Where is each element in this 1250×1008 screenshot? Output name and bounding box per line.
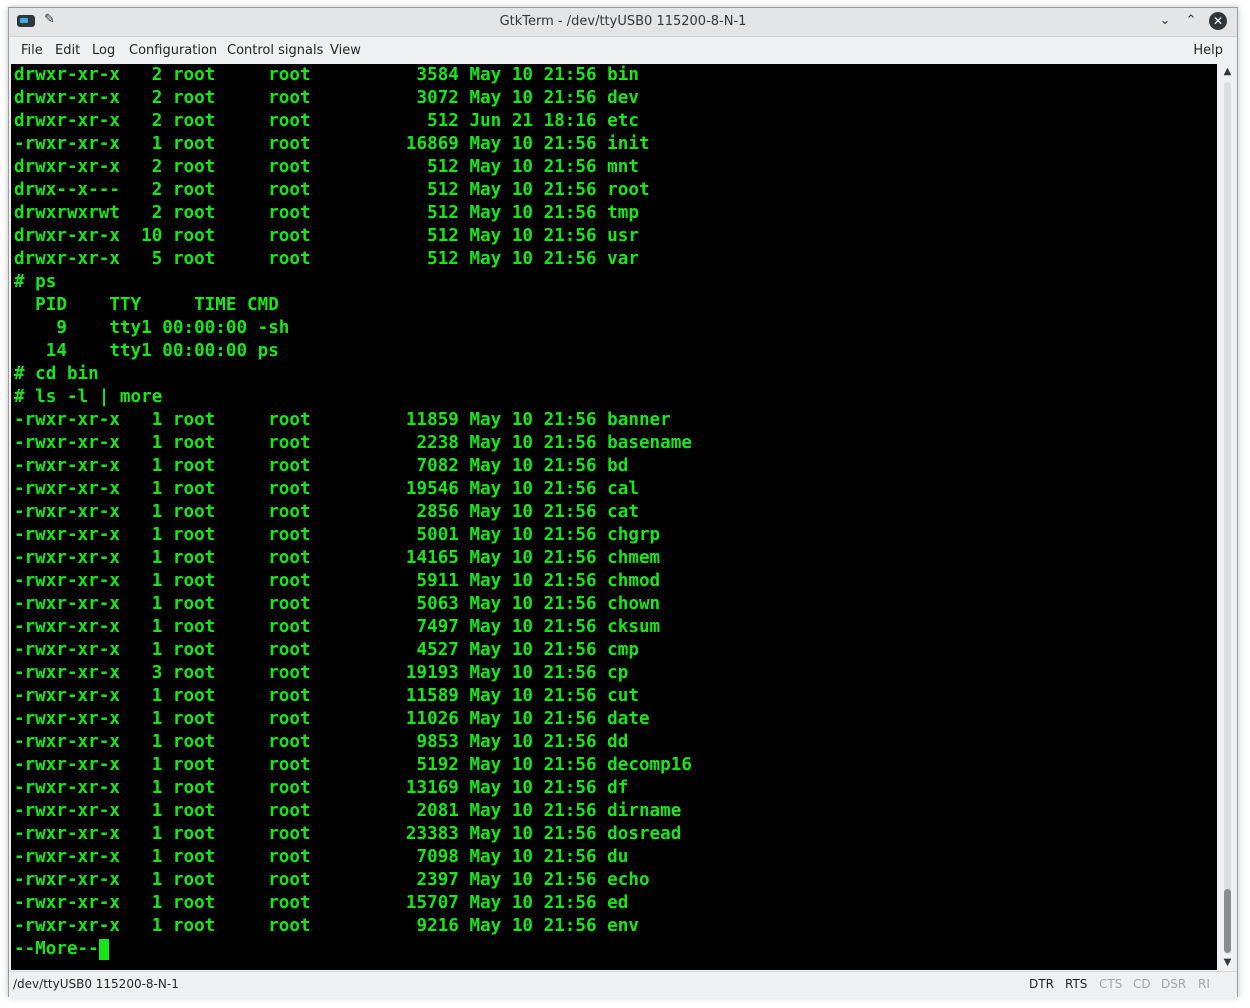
menu-bar: File Edit Log Configuration Control sign… (9, 37, 1237, 63)
terminal-line: 14 tty1 00:00:00 ps (14, 341, 279, 361)
signal-cd: CD (1133, 977, 1151, 991)
terminal-line: -rwxr-xr-x 1 root root 11026 May 10 21:5… (14, 709, 650, 729)
scrollbar-thumb[interactable] (1224, 889, 1231, 953)
terminal-line: -rwxr-xr-x 1 root root 15707 May 10 21:5… (14, 893, 629, 913)
terminal-line: -rwxr-xr-x 1 root root 16869 May 10 21:5… (14, 134, 650, 154)
menu-log[interactable]: Log (92, 43, 115, 58)
terminal-line: -rwxr-xr-x 1 root root 5911 May 10 21:56… (14, 571, 661, 591)
menu-control-signals[interactable]: Control signals (227, 43, 323, 58)
terminal-line: -rwxr-xr-x 1 root root 2856 May 10 21:56… (14, 502, 639, 522)
terminal-line: drwxr-xr-x 2 root root 512 May 10 21:56 … (14, 157, 639, 177)
terminal-output[interactable]: drwxr-xr-x 2 root root 3584 May 10 21:56… (11, 64, 1217, 970)
terminal-line: -rwxr-xr-x 1 root root 11589 May 10 21:5… (14, 686, 639, 706)
terminal-line: -rwxr-xr-x 1 root root 14165 May 10 21:5… (14, 548, 661, 568)
terminal-line: -rwxr-xr-x 3 root root 19193 May 10 21:5… (14, 663, 629, 683)
terminal-line: drwxr-xr-x 2 root root 3584 May 10 21:56… (14, 65, 639, 85)
terminal-line: -rwxr-xr-x 1 root root 7082 May 10 21:56… (14, 456, 629, 476)
scroll-down-icon[interactable]: ▼ (1218, 957, 1237, 968)
status-bar: /dev/ttyUSB0 115200-8-N-1 DTR RTS CTS CD… (9, 971, 1237, 998)
terminal-line: drwxr-xr-x 10 root root 512 May 10 21:56… (14, 226, 639, 246)
window-title: GtkTerm - /dev/ttyUSB0 115200-8-N-1 (499, 14, 747, 29)
terminal-text: drwxr-xr-x 2 root root 3584 May 10 21:56… (11, 64, 1217, 961)
terminal-line: -rwxr-xr-x 1 root root 4527 May 10 21:56… (14, 640, 639, 660)
terminal-line: -rwxr-xr-x 1 root root 11859 May 10 21:5… (14, 410, 671, 430)
signal-dtr: DTR (1029, 977, 1054, 991)
terminal-line: -rwxr-xr-x 1 root root 2397 May 10 21:56… (14, 870, 650, 890)
terminal-line: # cd bin (14, 364, 99, 384)
menu-edit[interactable]: Edit (55, 43, 80, 58)
signal-dsr: DSR (1161, 977, 1187, 991)
port-settings-label: /dev/ttyUSB0 115200-8-N-1 (13, 977, 179, 991)
terminal-line: # ls -l | more (14, 387, 163, 407)
terminal-line: -rwxr-xr-x 1 root root 2238 May 10 21:56… (14, 433, 692, 453)
menu-file[interactable]: File (21, 43, 43, 58)
terminal-line: -rwxr-xr-x 1 root root 5192 May 10 21:56… (14, 755, 692, 775)
title-bar[interactable]: ✎ GtkTerm - /dev/ttyUSB0 115200-8-N-1 ⌄ … (9, 8, 1237, 37)
terminal-line: -rwxr-xr-x 1 root root 7497 May 10 21:56… (14, 617, 661, 637)
terminal-line: 9 tty1 00:00:00 -sh (14, 318, 290, 338)
signal-rts: RTS (1065, 977, 1088, 991)
menu-view[interactable]: View (330, 43, 361, 58)
terminal-line: -rwxr-xr-x 1 root root 5063 May 10 21:56… (14, 594, 661, 614)
menu-configuration[interactable]: Configuration (129, 43, 217, 58)
terminal-line: -rwxr-xr-x 1 root root 2081 May 10 21:56… (14, 801, 682, 821)
more-prompt: --More-- (14, 939, 99, 959)
terminal-line: -rwxr-xr-x 1 root root 13169 May 10 21:5… (14, 778, 629, 798)
text-cursor (98, 939, 109, 960)
scrollbar-track[interactable] (1224, 82, 1231, 954)
terminal-line: drwxr-xr-x 2 root root 512 Jun 21 18:16 … (14, 111, 639, 131)
terminal-line: drwxrwxrwt 2 root root 512 May 10 21:56 … (14, 203, 639, 223)
vertical-scrollbar[interactable]: ▲ ▼ (1218, 64, 1237, 970)
maximize-button[interactable]: ⌃ (1181, 11, 1201, 31)
terminal-line: drwxr-xr-x 5 root root 512 May 10 21:56 … (14, 249, 639, 269)
signal-ri: RI (1198, 977, 1210, 991)
terminal-line: -rwxr-xr-x 1 root root 23383 May 10 21:5… (14, 824, 682, 844)
gtkterm-window: ✎ GtkTerm - /dev/ttyUSB0 115200-8-N-1 ⌄ … (8, 7, 1238, 998)
close-button[interactable]: ✕ (1209, 12, 1227, 30)
terminal-line: drwxr-xr-x 2 root root 3072 May 10 21:56… (14, 88, 639, 108)
signal-cts: CTS (1099, 977, 1123, 991)
terminal-line: drwx--x--- 2 root root 512 May 10 21:56 … (14, 180, 650, 200)
terminal-line: -rwxr-xr-x 1 root root 19546 May 10 21:5… (14, 479, 639, 499)
terminal-line: -rwxr-xr-x 1 root root 7098 May 10 21:56… (14, 847, 629, 867)
terminal-line: -rwxr-xr-x 1 root root 9216 May 10 21:56… (14, 916, 639, 936)
terminal-line: # ps (14, 272, 57, 292)
terminal-line: -rwxr-xr-x 1 root root 9853 May 10 21:56… (14, 732, 629, 752)
menu-help[interactable]: Help (1193, 43, 1223, 58)
scroll-up-icon[interactable]: ▲ (1218, 66, 1237, 77)
minimize-button[interactable]: ⌄ (1155, 11, 1175, 31)
terminal-line: PID TTY TIME CMD (14, 295, 279, 315)
terminal-line: -rwxr-xr-x 1 root root 5001 May 10 21:56… (14, 525, 661, 545)
